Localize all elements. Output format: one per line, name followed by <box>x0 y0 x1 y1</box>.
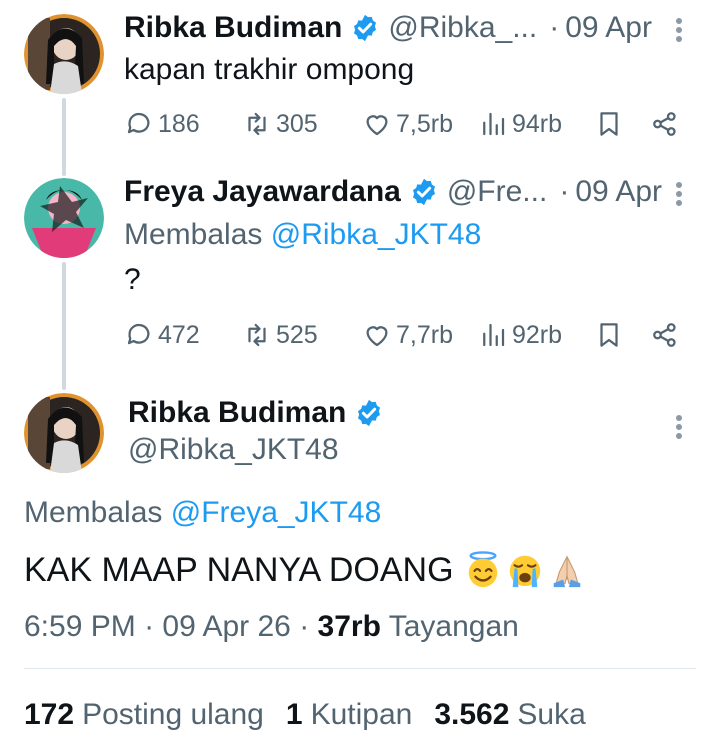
heart-icon <box>366 326 388 347</box>
tweet-actions: 472 525 7,7rb 92rb <box>124 315 684 355</box>
verified-badge-icon <box>354 398 384 428</box>
share-icon <box>653 323 676 347</box>
retweet-count: 525 <box>276 320 318 349</box>
tweet-date[interactable]: 09 Apr <box>565 10 652 46</box>
user-handle[interactable]: @Fre... <box>447 174 547 210</box>
views-label: Tayangan <box>388 610 519 643</box>
share-button[interactable] <box>650 315 680 355</box>
separator: · <box>299 610 310 643</box>
folded-hands-icon <box>548 551 586 589</box>
user-handle[interactable]: @Ribka_... <box>388 10 537 46</box>
heart-icon <box>366 115 388 136</box>
reply-button[interactable]: 472 <box>124 315 200 355</box>
reply-button[interactable]: 186 <box>124 104 200 144</box>
smiling-face-with-halo-icon <box>464 551 502 589</box>
more-options-icon[interactable] <box>673 176 685 212</box>
reply-icon <box>127 112 150 134</box>
thread-line <box>62 262 66 390</box>
views-count: 94rb <box>512 109 563 138</box>
tweet-meta: 6:59 PM · 09 Apr 26 · 37rb Tayangan <box>24 609 519 645</box>
more-options-icon[interactable] <box>673 12 685 48</box>
likes-count[interactable]: 3.562 <box>434 697 509 733</box>
avatar[interactable] <box>24 393 104 473</box>
tweet-text: kapan trakhir ompong <box>124 53 415 86</box>
display-name[interactable]: Freya Jayawardana <box>124 174 401 210</box>
tweet-text: KAK MAAP NANYA DOANG <box>24 551 454 589</box>
replying-to: Membalas @Freya_JKT48 <box>24 495 381 531</box>
avatar[interactable] <box>24 14 104 94</box>
share-button[interactable] <box>650 104 680 144</box>
views-count: 92rb <box>512 320 563 349</box>
quotes-count[interactable]: 1 <box>286 697 303 733</box>
reposts-label[interactable]: Posting ulang <box>82 697 264 733</box>
replying-to: Membalas @Ribka_JKT48 <box>124 217 481 253</box>
user-handle[interactable]: @Ribka_JKT48 <box>128 432 339 468</box>
verified-badge-icon <box>409 177 439 207</box>
loudly-crying-face-icon <box>506 551 544 589</box>
separator: · <box>144 610 155 643</box>
engagement-stats: 172 Posting ulang 1 Kutipan 3.562 Suka <box>24 697 608 733</box>
reposts-count[interactable]: 172 <box>24 697 74 733</box>
quotes-label[interactable]: Kutipan <box>311 697 413 733</box>
replying-to-prefix: Membalas <box>24 496 163 529</box>
share-icon <box>653 112 676 136</box>
separator: · <box>549 11 560 44</box>
main-tweet-text-row: KAK MAAP NANYA DOANG <box>24 550 586 590</box>
tweet-text: ? <box>124 263 141 296</box>
display-name[interactable]: Ribka Budiman <box>124 10 342 46</box>
views-count[interactable]: 37rb <box>318 610 381 643</box>
retweet-icon <box>248 112 266 136</box>
analytics-icon <box>483 323 505 347</box>
like-count: 7,7rb <box>396 320 453 349</box>
reply-icon <box>127 323 150 345</box>
more-options-icon[interactable] <box>673 409 685 445</box>
likes-label[interactable]: Suka <box>517 697 585 733</box>
like-button[interactable]: 7,7rb <box>362 315 453 355</box>
retweet-button[interactable]: 305 <box>242 104 318 144</box>
bookmark-button[interactable] <box>594 315 624 355</box>
tweet-date[interactable]: 09 Apr <box>575 174 662 210</box>
separator: · <box>559 175 570 208</box>
retweet-count: 305 <box>276 109 318 138</box>
like-count: 7,5rb <box>396 109 453 138</box>
mention-link[interactable]: @Ribka_JKT48 <box>271 218 482 251</box>
tweet-date[interactable]: 09 Apr 26 <box>162 610 290 643</box>
divider <box>24 668 696 669</box>
tweet-actions: 186 305 7,5rb 94rb <box>124 104 684 144</box>
display-name[interactable]: Ribka Budiman <box>128 395 346 431</box>
bookmark-icon <box>600 323 618 347</box>
retweet-button[interactable]: 525 <box>242 315 318 355</box>
bookmark-icon <box>600 112 618 136</box>
like-button[interactable]: 7,5rb <box>362 104 453 144</box>
thread-line <box>62 98 66 176</box>
analytics-icon <box>483 112 505 136</box>
avatar[interactable] <box>24 178 104 258</box>
tweet-header: Ribka Budiman @Ribka_... · 09 Apr <box>124 10 652 46</box>
bookmark-button[interactable] <box>594 104 624 144</box>
mention-link[interactable]: @Freya_JKT48 <box>171 496 382 529</box>
replying-to-prefix: Membalas <box>124 218 263 251</box>
verified-badge-icon <box>350 13 380 43</box>
views-button[interactable]: 94rb <box>478 104 562 144</box>
tweet-time[interactable]: 6:59 PM <box>24 610 136 643</box>
views-button[interactable]: 92rb <box>478 315 562 355</box>
reply-count: 472 <box>158 320 200 349</box>
retweet-icon <box>248 323 266 347</box>
reply-count: 186 <box>158 109 200 138</box>
main-display-name-row: Ribka Budiman <box>128 395 392 431</box>
tweet-header: Freya Jayawardana @Fre... · 09 Apr <box>124 174 662 210</box>
